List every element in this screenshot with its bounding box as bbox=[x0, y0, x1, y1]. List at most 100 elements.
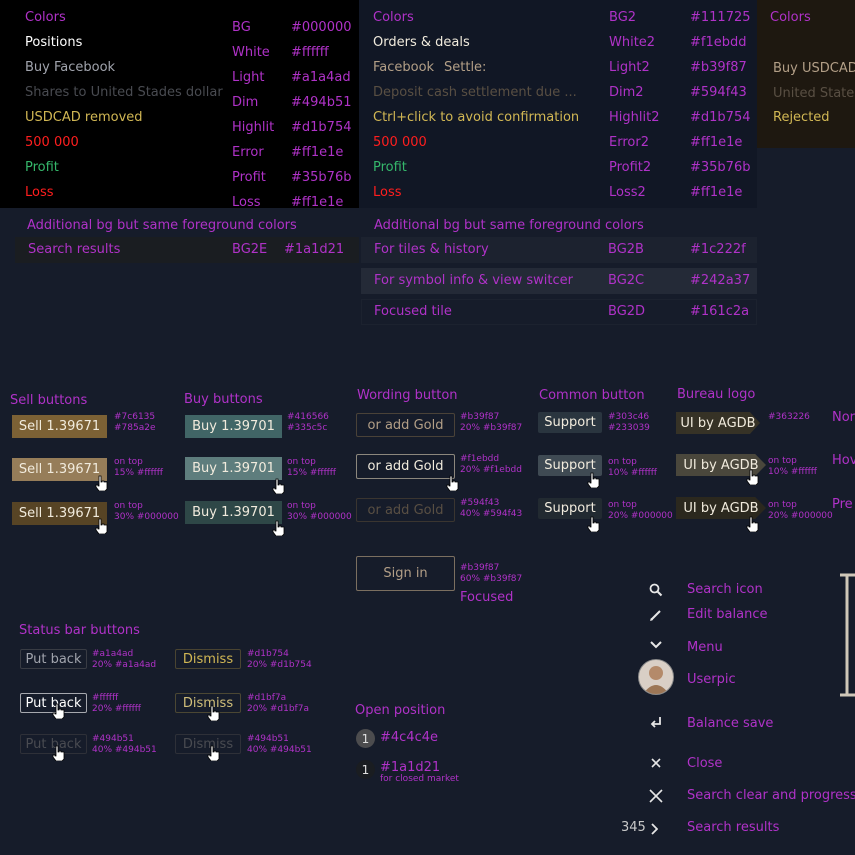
panel1-color-hex-7: #ff1e1e bbox=[291, 195, 344, 210]
symbol-info-name: BG2C bbox=[608, 273, 645, 288]
balance-save-label: Balance save bbox=[687, 716, 774, 731]
panel2-color-name-6: Profit2 bbox=[609, 160, 652, 175]
panel1-color-name-2: Light bbox=[232, 70, 265, 85]
support-button-normal[interactable]: Support bbox=[538, 412, 602, 433]
panel2-color-name-2: Light2 bbox=[609, 60, 650, 75]
chevron-down-icon[interactable] bbox=[647, 636, 665, 654]
deposit-label: Deposit cash settlement due ... bbox=[373, 85, 577, 100]
open-position-hex1: #4c4c4e bbox=[380, 730, 438, 745]
open-position-badge-dark: 1 bbox=[356, 760, 375, 779]
bureau-state-normal: Nor bbox=[832, 410, 855, 425]
wording-button-hover[interactable]: or add Gold bbox=[356, 454, 455, 479]
panel1-sample-2: Shares to United Stades dollar bbox=[25, 85, 223, 100]
wording-button-disabled[interactable]: or add Gold bbox=[356, 498, 455, 522]
userpic-icon[interactable] bbox=[638, 659, 674, 695]
panel2-header: Colors bbox=[373, 10, 414, 25]
panel1-color-hex-0: #000000 bbox=[291, 20, 352, 35]
tiles-swatch: For tiles & history BG2B #1c222f bbox=[361, 237, 757, 263]
loss-label: Loss bbox=[373, 185, 402, 200]
symbol-info-label: For symbol info & view switcer bbox=[374, 273, 573, 288]
panel3-header: Colors bbox=[770, 10, 811, 25]
buy-button-normal[interactable]: Buy 1.39701 bbox=[185, 415, 282, 438]
panel1-color-name-3: Dim bbox=[232, 95, 259, 110]
panel1-sample-0: Positions bbox=[25, 35, 83, 50]
sell-button-pressed[interactable]: Sell 1.39671 bbox=[12, 502, 107, 525]
bureau-logo-label: UI by AGDB bbox=[676, 412, 760, 434]
panel1-color-hex-6: #35b76b bbox=[291, 170, 352, 185]
bureau-note-1: #363226 bbox=[768, 412, 810, 422]
bureau-state-pressed: Pre bbox=[832, 497, 853, 512]
facebook-label: Facebook bbox=[373, 60, 435, 75]
hand-cursor-icon bbox=[207, 705, 221, 722]
panel1-color-hex-4: #d1b754 bbox=[291, 120, 352, 135]
bureau-note-3: on top 20% #000000 bbox=[768, 500, 833, 521]
panel1-sample-5: Profit bbox=[25, 160, 59, 175]
search-icon[interactable] bbox=[647, 581, 665, 599]
panel2-color-name-5: Error2 bbox=[609, 135, 649, 150]
put-back-note-1: #a1a4ad 20% #a1a4ad bbox=[92, 649, 157, 670]
close-icon[interactable] bbox=[647, 754, 665, 772]
dismiss-note-3: #494b51 40% #494b51 bbox=[247, 734, 312, 755]
buy-button-hover[interactable]: Buy 1.39701 bbox=[185, 457, 282, 480]
symbol-info-swatch: For symbol info & view switcer BG2C #242… bbox=[361, 268, 757, 294]
hand-cursor-icon bbox=[746, 516, 760, 533]
open-position-badge-grey: 1 bbox=[356, 729, 375, 748]
sell-button-normal[interactable]: Sell 1.39671 bbox=[12, 415, 107, 438]
hand-cursor-icon bbox=[272, 520, 286, 537]
search-results-hex: #1a1d21 bbox=[284, 242, 345, 257]
search-clear-icon[interactable] bbox=[645, 785, 667, 807]
tiles-label: For tiles & history bbox=[374, 242, 489, 257]
panel3-buy: Buy USDCAD bbox=[773, 61, 855, 76]
panel2-color-hex-7: #ff1e1e bbox=[690, 185, 743, 200]
additional-left-title: Additional bg but same foreground colors bbox=[27, 218, 297, 233]
search-results-swatch: Search results BG2E #1a1d21 bbox=[15, 237, 359, 263]
profit-label: Profit bbox=[373, 160, 407, 175]
bureau-title: Bureau logo bbox=[677, 387, 756, 402]
buy-button-pressed[interactable]: Buy 1.39701 bbox=[185, 501, 282, 524]
dismiss-note-2: #d1bf7a 20% #d1bf7a bbox=[247, 693, 309, 714]
panel1-sample-3: USDCAD removed bbox=[25, 110, 143, 125]
sell-button-hover[interactable]: Sell 1.39671 bbox=[12, 458, 107, 481]
ctrl-label: Ctrl+click to avoid confirmation bbox=[373, 110, 580, 125]
panel2-color-hex-5: #ff1e1e bbox=[690, 135, 743, 150]
panel2-color-name-4: Highlit2 bbox=[609, 110, 660, 125]
search-results-label: Search results bbox=[28, 242, 121, 257]
hand-cursor-icon bbox=[746, 469, 760, 486]
additional-right-title: Additional bg but same foreground colors bbox=[374, 218, 644, 233]
signin-note: #b39f87 60% #b39f87 bbox=[460, 563, 523, 584]
put-back-note-2: #ffffff 20% #ffffff bbox=[92, 693, 142, 714]
put-back-button-normal[interactable]: Put back bbox=[20, 649, 87, 669]
search-icon-label: Search icon bbox=[687, 582, 763, 597]
panel2-color-name-7: Loss2 bbox=[609, 185, 646, 200]
open-position-hex2: #1a1d21 bbox=[380, 760, 441, 775]
focused-tile-hex: #161c2a bbox=[690, 304, 750, 319]
panel1-color-hex-3: #494b51 bbox=[291, 95, 352, 110]
status-title: Status bar buttons bbox=[19, 623, 140, 638]
sell-note-2: on top 15% #ffffff bbox=[114, 457, 164, 478]
sign-in-button[interactable]: Sign in bbox=[356, 556, 455, 591]
chevron-right-icon[interactable] bbox=[647, 820, 661, 838]
enter-icon[interactable] bbox=[647, 713, 665, 731]
tiles-name: BG2B bbox=[608, 242, 644, 257]
search-count: 345 bbox=[621, 820, 646, 835]
panel1-color-name-1: White bbox=[232, 45, 270, 60]
open-position-badge-count: 1 bbox=[361, 731, 370, 746]
panel1-header: Colors bbox=[25, 10, 66, 25]
wording-button-normal[interactable]: or add Gold bbox=[356, 413, 455, 437]
panel2-color-hex-1: #f1ebdd bbox=[690, 35, 747, 50]
panel2-color-hex-4: #d1b754 bbox=[690, 110, 751, 125]
colors-panel-bg: Colors Positions BG #000000 Buy Facebook Whi… bbox=[0, 0, 359, 210]
edit-icon[interactable] bbox=[647, 606, 665, 624]
common-title: Common button bbox=[539, 388, 645, 403]
panel2-color-name-0: BG2 bbox=[609, 10, 637, 25]
sell-title: Sell buttons bbox=[10, 393, 88, 408]
bureau-logo-normal[interactable]: UI by AGDB bbox=[676, 412, 760, 434]
buy-note-2: on top 15% #ffffff bbox=[287, 457, 337, 478]
panel1-color-hex-2: #a1a4ad bbox=[291, 70, 351, 85]
dismiss-button-normal[interactable]: Dismiss bbox=[175, 649, 241, 669]
focused-tile-name: BG2D bbox=[608, 304, 646, 319]
panel3-united: United States bbox=[773, 86, 855, 101]
panel1-color-name-0: BG bbox=[232, 20, 251, 35]
wording-note-3: #594f43 40% #594f43 bbox=[460, 498, 523, 519]
open-position-title: Open position bbox=[355, 703, 446, 718]
